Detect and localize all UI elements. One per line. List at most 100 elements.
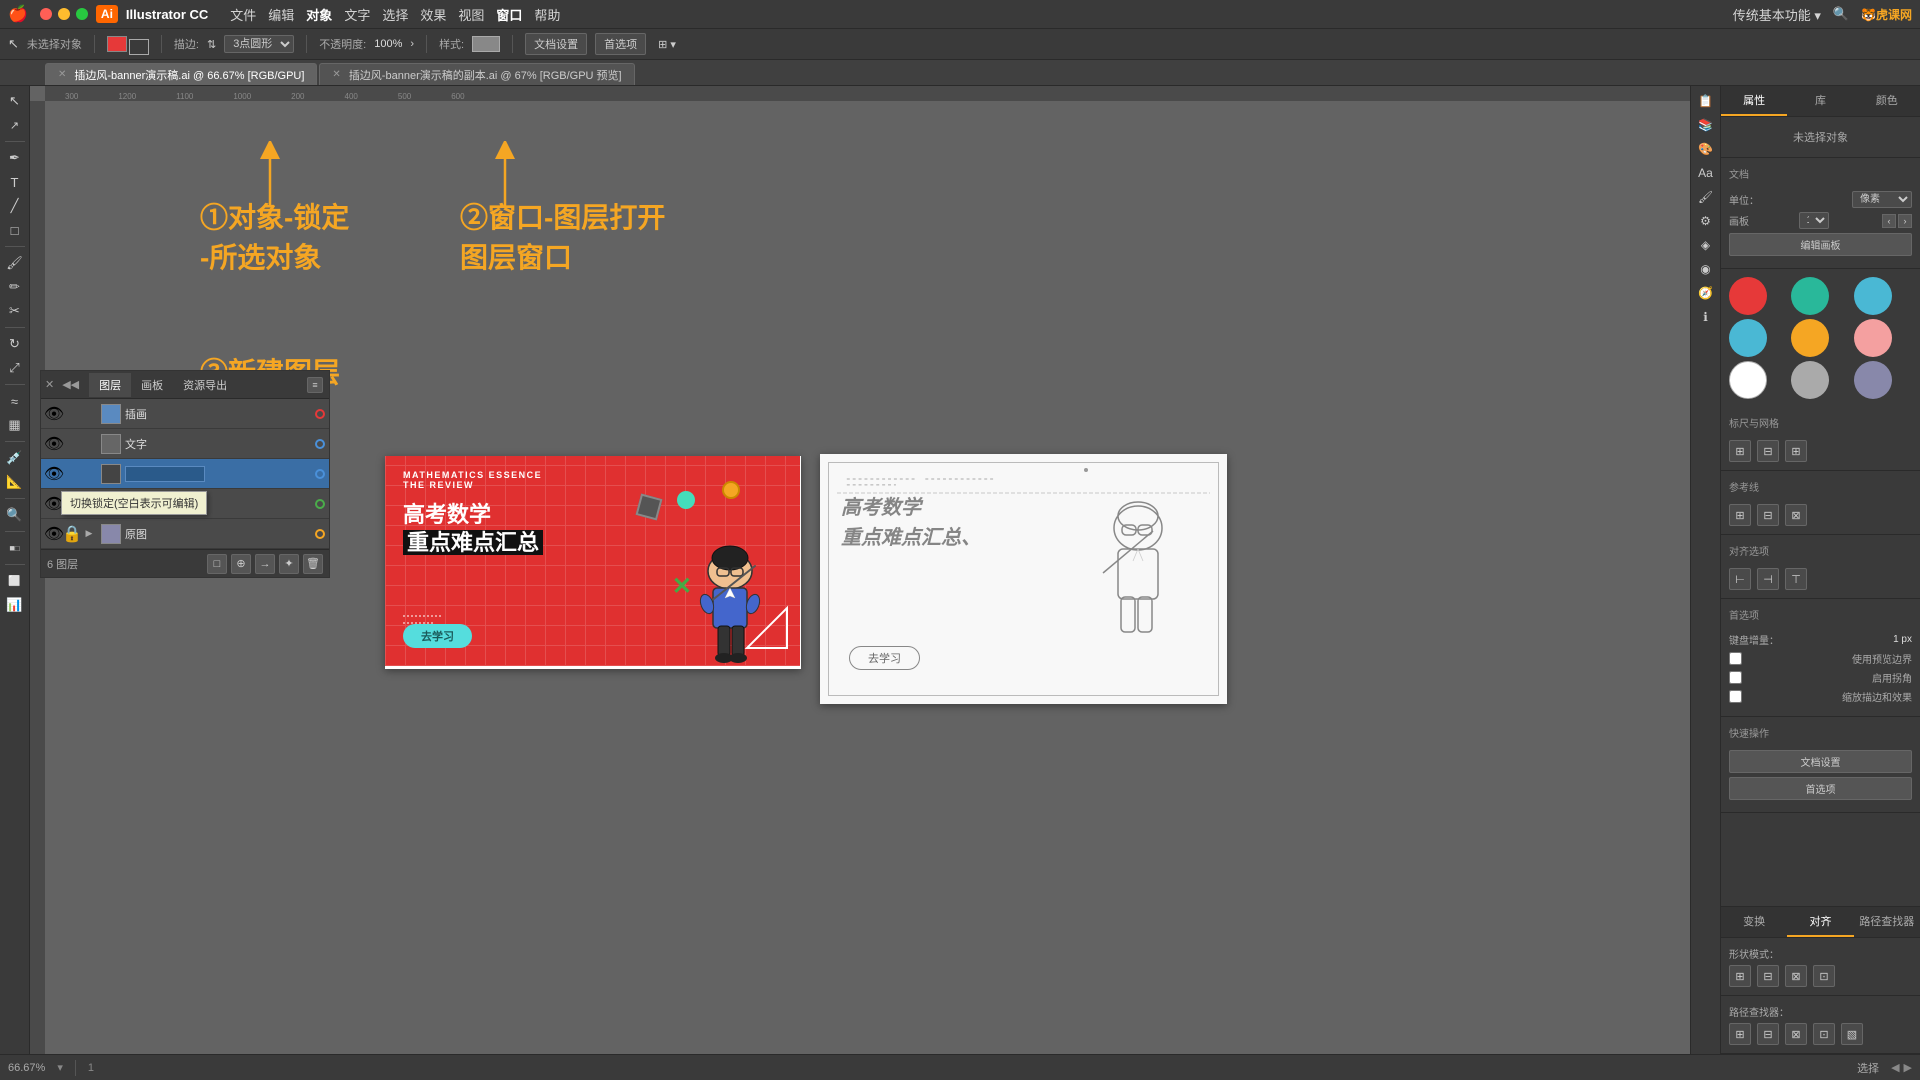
menu-help[interactable]: 帮助 [534, 5, 560, 24]
layers-panel-close[interactable]: ✕ [41, 378, 58, 391]
layer-lock-text[interactable] [63, 435, 81, 453]
menu-select[interactable]: 选择 [382, 5, 408, 24]
unite-icon[interactable]: ⊞ [1729, 965, 1751, 987]
assets-tab[interactable]: 资源导出 [173, 373, 237, 397]
grid-icon[interactable]: ⊟ [1757, 440, 1779, 462]
make-clipping-mask-btn[interactable]: □ [207, 554, 227, 574]
exclude-icon[interactable]: ⊡ [1813, 965, 1835, 987]
doc-settings-button[interactable]: 文档设置 [525, 33, 587, 55]
layer-row-editing[interactable]: 👁 切换锁定(空白表示可编辑) [41, 459, 329, 489]
swatch-white[interactable] [1729, 361, 1767, 399]
shape-tool[interactable]: □ [3, 219, 27, 241]
create-new-sublayer-btn[interactable]: ⊕ [231, 554, 251, 574]
swatch-purple[interactable] [1854, 361, 1892, 399]
type-icon[interactable]: Aa [1694, 162, 1718, 184]
swatch-pink[interactable] [1854, 319, 1892, 357]
gradient-tool[interactable]: ▦ [3, 414, 27, 436]
round-corners-checkbox[interactable] [1729, 671, 1742, 684]
fill-color[interactable] [107, 36, 127, 52]
minus-icon[interactable]: ⊟ [1757, 965, 1779, 987]
minimize-button[interactable] [58, 8, 70, 20]
pen-tool[interactable]: ✒ [3, 147, 27, 169]
appearance-icon[interactable]: ◉ [1694, 258, 1718, 280]
brushes-icon[interactable]: 🖌 [1694, 186, 1718, 208]
layer-name-editing[interactable] [125, 466, 311, 482]
artboard-prev[interactable]: ‹ [1882, 214, 1896, 228]
swatch-orange[interactable] [1791, 319, 1829, 357]
navigator-icon[interactable]: 🧭 [1694, 282, 1718, 304]
arrange-icon[interactable]: ⊞ ▾ [658, 38, 676, 51]
scissors-tool[interactable]: ✂ [3, 300, 27, 322]
intersect-icon[interactable]: ⊠ [1785, 965, 1807, 987]
fill-icon[interactable]: ■□ [3, 537, 27, 559]
style-swatch[interactable] [472, 36, 500, 52]
zoom-level[interactable]: 66.67% [8, 1062, 45, 1074]
paintbrush-tool[interactable]: 🖌 [3, 252, 27, 274]
layer-name-input[interactable] [125, 466, 205, 482]
stroke-select[interactable]: 3点圆形 [224, 35, 294, 53]
opacity-arrow-right[interactable]: › [410, 38, 414, 50]
next-artboard[interactable]: ▶ [1904, 1061, 1912, 1074]
type-tool[interactable]: T [3, 171, 27, 193]
apple-menu[interactable]: 🍎 [8, 4, 28, 24]
direct-select-tool[interactable]: ↗ [3, 114, 27, 136]
stroke-arrows[interactable]: ⇅ [207, 38, 216, 51]
move-to-btn[interactable]: → [255, 554, 275, 574]
quick-doc-settings[interactable]: 文档设置 [1729, 750, 1912, 773]
pf-icon-5[interactable]: ▧ [1841, 1023, 1863, 1045]
layer-visibility-original[interactable]: 👁 [45, 525, 63, 543]
layers-tab[interactable]: 图层 [89, 373, 131, 397]
layers-menu-btn[interactable]: ≡ [307, 377, 323, 393]
layer-row-original[interactable]: 👁 🔒 ▶ 原图 [41, 519, 329, 549]
align-left-icon[interactable]: ⊢ [1729, 568, 1751, 590]
layer-visibility-text[interactable]: 👁 [45, 435, 63, 453]
layer-lock-original[interactable]: 🔒 [63, 525, 81, 543]
swatch-red[interactable] [1729, 277, 1767, 315]
zoom-tool[interactable]: 🔍 [3, 504, 27, 526]
menu-effects[interactable]: 效果 [420, 5, 446, 24]
artboard-next[interactable]: › [1898, 214, 1912, 228]
align-right-icon[interactable]: ⊤ [1785, 568, 1807, 590]
pf-icon-4[interactable]: ⊡ [1813, 1023, 1835, 1045]
line-tool[interactable]: ╱ [3, 195, 27, 217]
pf-icon-1[interactable]: ⊞ [1729, 1023, 1751, 1045]
menu-text[interactable]: 文字 [344, 5, 370, 24]
delete-layer-btn[interactable]: 🗑 [303, 554, 323, 574]
snap-effects-checkbox[interactable] [1729, 690, 1742, 703]
layer-expand-original[interactable]: ▶ [81, 526, 97, 542]
swatch-teal[interactable] [1791, 277, 1829, 315]
new-layer-btn[interactable]: ✦ [279, 554, 299, 574]
scale-tool[interactable]: ⤢ [3, 357, 27, 379]
tab-copy-close-icon[interactable]: ✕ [332, 69, 340, 80]
preferences-button[interactable]: 首选项 [595, 33, 646, 55]
grid2-icon[interactable]: ⊞ [1785, 440, 1807, 462]
swatch-gray[interactable] [1791, 361, 1829, 399]
tab-main[interactable]: ✕ 插边风-banner演示稿.ai @ 66.67% [RGB/GPU] [45, 63, 317, 85]
layer-expand-editing[interactable] [81, 466, 97, 482]
symbols-icon[interactable]: ⚙ [1694, 210, 1718, 232]
edit-artboard-button[interactable]: 编辑画板 [1729, 233, 1912, 256]
menu-object[interactable]: 对象 [306, 5, 332, 24]
measure-tool[interactable]: 📐 [3, 471, 27, 493]
layer-lock-editing[interactable] [63, 465, 81, 483]
quick-preferences[interactable]: 首选项 [1729, 777, 1912, 800]
eyedropper-tool[interactable]: 💉 [3, 447, 27, 469]
selection-tool[interactable]: ↖ [3, 90, 27, 112]
graphic-styles-icon[interactable]: ◈ [1694, 234, 1718, 256]
fullscreen-button[interactable] [76, 8, 88, 20]
search-icon[interactable]: 🔍 [1833, 6, 1849, 22]
layer-expand-text[interactable] [81, 436, 97, 452]
layer-visibility-illustration[interactable]: 👁 [45, 405, 63, 423]
layer-visibility-editing[interactable]: 👁 [45, 465, 63, 483]
menu-view[interactable]: 视图 [458, 5, 484, 24]
graph-tool[interactable]: 📊 [3, 594, 27, 616]
layer-expand-illustration[interactable] [81, 406, 97, 422]
snap-bounds-checkbox[interactable] [1729, 652, 1742, 665]
tab-copy[interactable]: ✕ 插边风-banner演示稿的副本.ai @ 67% [RGB/GPU 预览] [319, 63, 634, 85]
panel-tab-properties[interactable]: 属性 [1721, 86, 1787, 116]
layer-row-illustration[interactable]: 👁 插画 [41, 399, 329, 429]
stroke-color[interactable] [129, 39, 149, 55]
libraries-icon[interactable]: 📚 [1694, 114, 1718, 136]
layer-lock-illustration[interactable] [63, 405, 81, 423]
menu-window[interactable]: 窗口 [496, 5, 522, 24]
